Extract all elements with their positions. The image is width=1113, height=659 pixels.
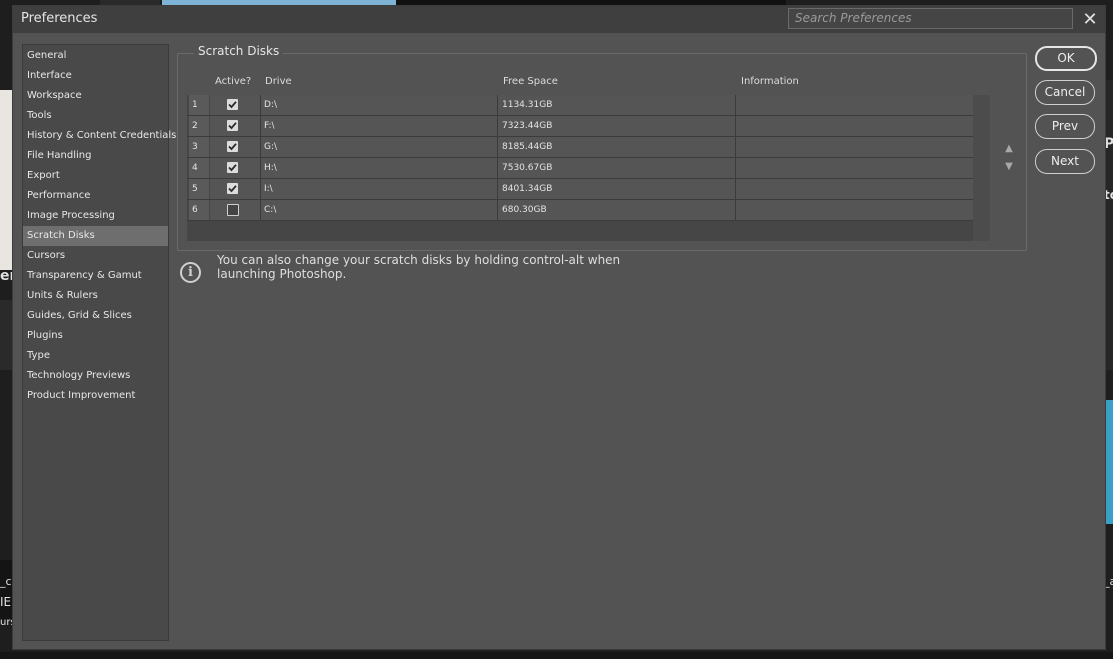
free-space-cell: 8401.34GB	[497, 179, 735, 199]
information-cell	[735, 179, 973, 199]
active-checkbox-checked[interactable]	[227, 141, 238, 152]
row-number: 3	[189, 137, 209, 157]
sidebar-item[interactable]: Export	[23, 166, 168, 186]
table-row[interactable]: 1 D:\ 1134.31GB	[187, 95, 973, 116]
information-cell	[735, 200, 973, 220]
row-number: 1	[189, 95, 209, 115]
background-app-fragment	[0, 652, 1113, 659]
active-cell	[210, 137, 260, 157]
row-number: 6	[189, 200, 209, 220]
sidebar-item[interactable]: History & Content Credentials	[23, 126, 176, 146]
drive-cell: D:\	[260, 95, 497, 115]
checkmark-icon	[228, 143, 237, 151]
title-bar[interactable]: Preferences ✕	[13, 6, 1105, 33]
column-header-information: Information	[741, 76, 799, 87]
information-cell	[735, 95, 973, 115]
sidebar-item[interactable]: Units & Rulers	[23, 286, 168, 306]
active-cell	[210, 158, 260, 178]
background-text-fragment: IE	[0, 595, 12, 609]
checkmark-icon	[228, 101, 237, 109]
move-up-arrow-icon[interactable]: ▲	[1002, 143, 1016, 155]
active-cell	[210, 200, 260, 220]
table-row[interactable]: 3 G:\ 8185.44GB	[187, 137, 973, 158]
column-header-active: Active?	[215, 76, 252, 87]
scratch-disks-group-label: Scratch Disks	[194, 44, 284, 58]
row-number: 4	[189, 158, 209, 178]
drive-cell: G:\	[260, 137, 497, 157]
table-row[interactable]: 6 C:\ 680.30GB	[187, 200, 973, 221]
sidebar-item[interactable]: Technology Previews	[23, 366, 168, 386]
move-down-arrow-icon[interactable]: ▼	[1002, 161, 1016, 173]
scratch-disks-info-text: You can also change your scratch disks b…	[217, 253, 621, 281]
column-header-drive: Drive	[265, 76, 292, 87]
search-preferences-input[interactable]	[788, 8, 1073, 29]
background-app-fragment	[0, 560, 12, 620]
row-number: 2	[189, 116, 209, 136]
active-checkbox-checked[interactable]	[227, 120, 238, 131]
sidebar-item[interactable]: Image Processing	[23, 206, 168, 226]
checkmark-icon	[228, 185, 237, 193]
sidebar-item[interactable]: Type	[23, 346, 168, 366]
ok-button[interactable]: OK	[1035, 46, 1097, 71]
info-icon: i	[180, 262, 201, 283]
sidebar-item[interactable]: Transparency & Gamut	[23, 266, 168, 286]
free-space-cell: 7323.44GB	[497, 116, 735, 136]
sidebar-item[interactable]: Guides, Grid & Slices	[23, 306, 168, 326]
sidebar-item[interactable]: Plugins	[23, 326, 168, 346]
table-row[interactable]: 2 F:\ 7323.44GB	[187, 116, 973, 137]
preferences-dialog: Preferences ✕ GeneralInterfaceWorkspaceT…	[12, 5, 1106, 650]
sidebar-item[interactable]: Product Improvement	[23, 386, 168, 406]
background-text-fragment: _c	[0, 575, 12, 588]
sidebar-item[interactable]: General	[23, 46, 168, 66]
close-icon[interactable]: ✕	[1078, 8, 1102, 32]
prev-button[interactable]: Prev	[1035, 114, 1095, 139]
row-number: 5	[189, 179, 209, 199]
free-space-cell: 7530.67GB	[497, 158, 735, 178]
drive-cell: H:\	[260, 158, 497, 178]
information-cell	[735, 137, 973, 157]
free-space-cell: 680.30GB	[497, 200, 735, 220]
active-checkbox-checked[interactable]	[227, 162, 238, 173]
table-row[interactable]: 5 I:\ 8401.34GB	[187, 179, 973, 200]
information-cell	[735, 116, 973, 136]
background-app-fragment	[0, 300, 12, 370]
background-app-fragment	[0, 90, 12, 270]
active-cell	[210, 95, 260, 115]
sidebar-item[interactable]: Interface	[23, 66, 168, 86]
active-checkbox-checked[interactable]	[227, 99, 238, 110]
sidebar-item[interactable]: Tools	[23, 106, 168, 126]
scratch-disks-table: Active? Drive Free Space Information 1 D:…	[187, 72, 990, 242]
active-checkbox-unchecked[interactable]	[227, 204, 239, 216]
checkmark-icon	[228, 164, 237, 172]
sidebar-item[interactable]: Cursors	[23, 246, 168, 266]
drive-cell: F:\	[260, 116, 497, 136]
sidebar-item[interactable]: File Handling	[23, 146, 168, 166]
table-scrollbar[interactable]	[973, 95, 990, 241]
column-header-free-space: Free Space	[503, 76, 558, 87]
information-cell	[735, 158, 973, 178]
table-body: 1 D:\ 1134.31GB 2 F:\ 7323.44GB 3 G:\ 8185.44GB 4…	[187, 95, 990, 241]
checkmark-icon	[228, 122, 237, 130]
free-space-cell: 1134.31GB	[497, 95, 735, 115]
next-button[interactable]: Next	[1035, 149, 1095, 174]
sidebar-item[interactable]: Workspace	[23, 86, 168, 106]
drive-cell: I:\	[260, 179, 497, 199]
active-cell	[210, 116, 260, 136]
sidebar-item[interactable]: Performance	[23, 186, 168, 206]
table-row[interactable]: 4 H:\ 7530.67GB	[187, 158, 973, 179]
active-cell	[210, 179, 260, 199]
sidebar-item[interactable]: Scratch Disks	[23, 226, 168, 246]
preferences-sidebar: General Interface Workspace Tools History & …	[22, 44, 176, 641]
drive-cell: C:\	[260, 200, 497, 220]
free-space-cell: 8185.44GB	[497, 137, 735, 157]
dialog-title: Preferences	[21, 11, 98, 26]
cancel-button[interactable]: Cancel	[1035, 80, 1095, 105]
active-checkbox-checked[interactable]	[227, 183, 238, 194]
